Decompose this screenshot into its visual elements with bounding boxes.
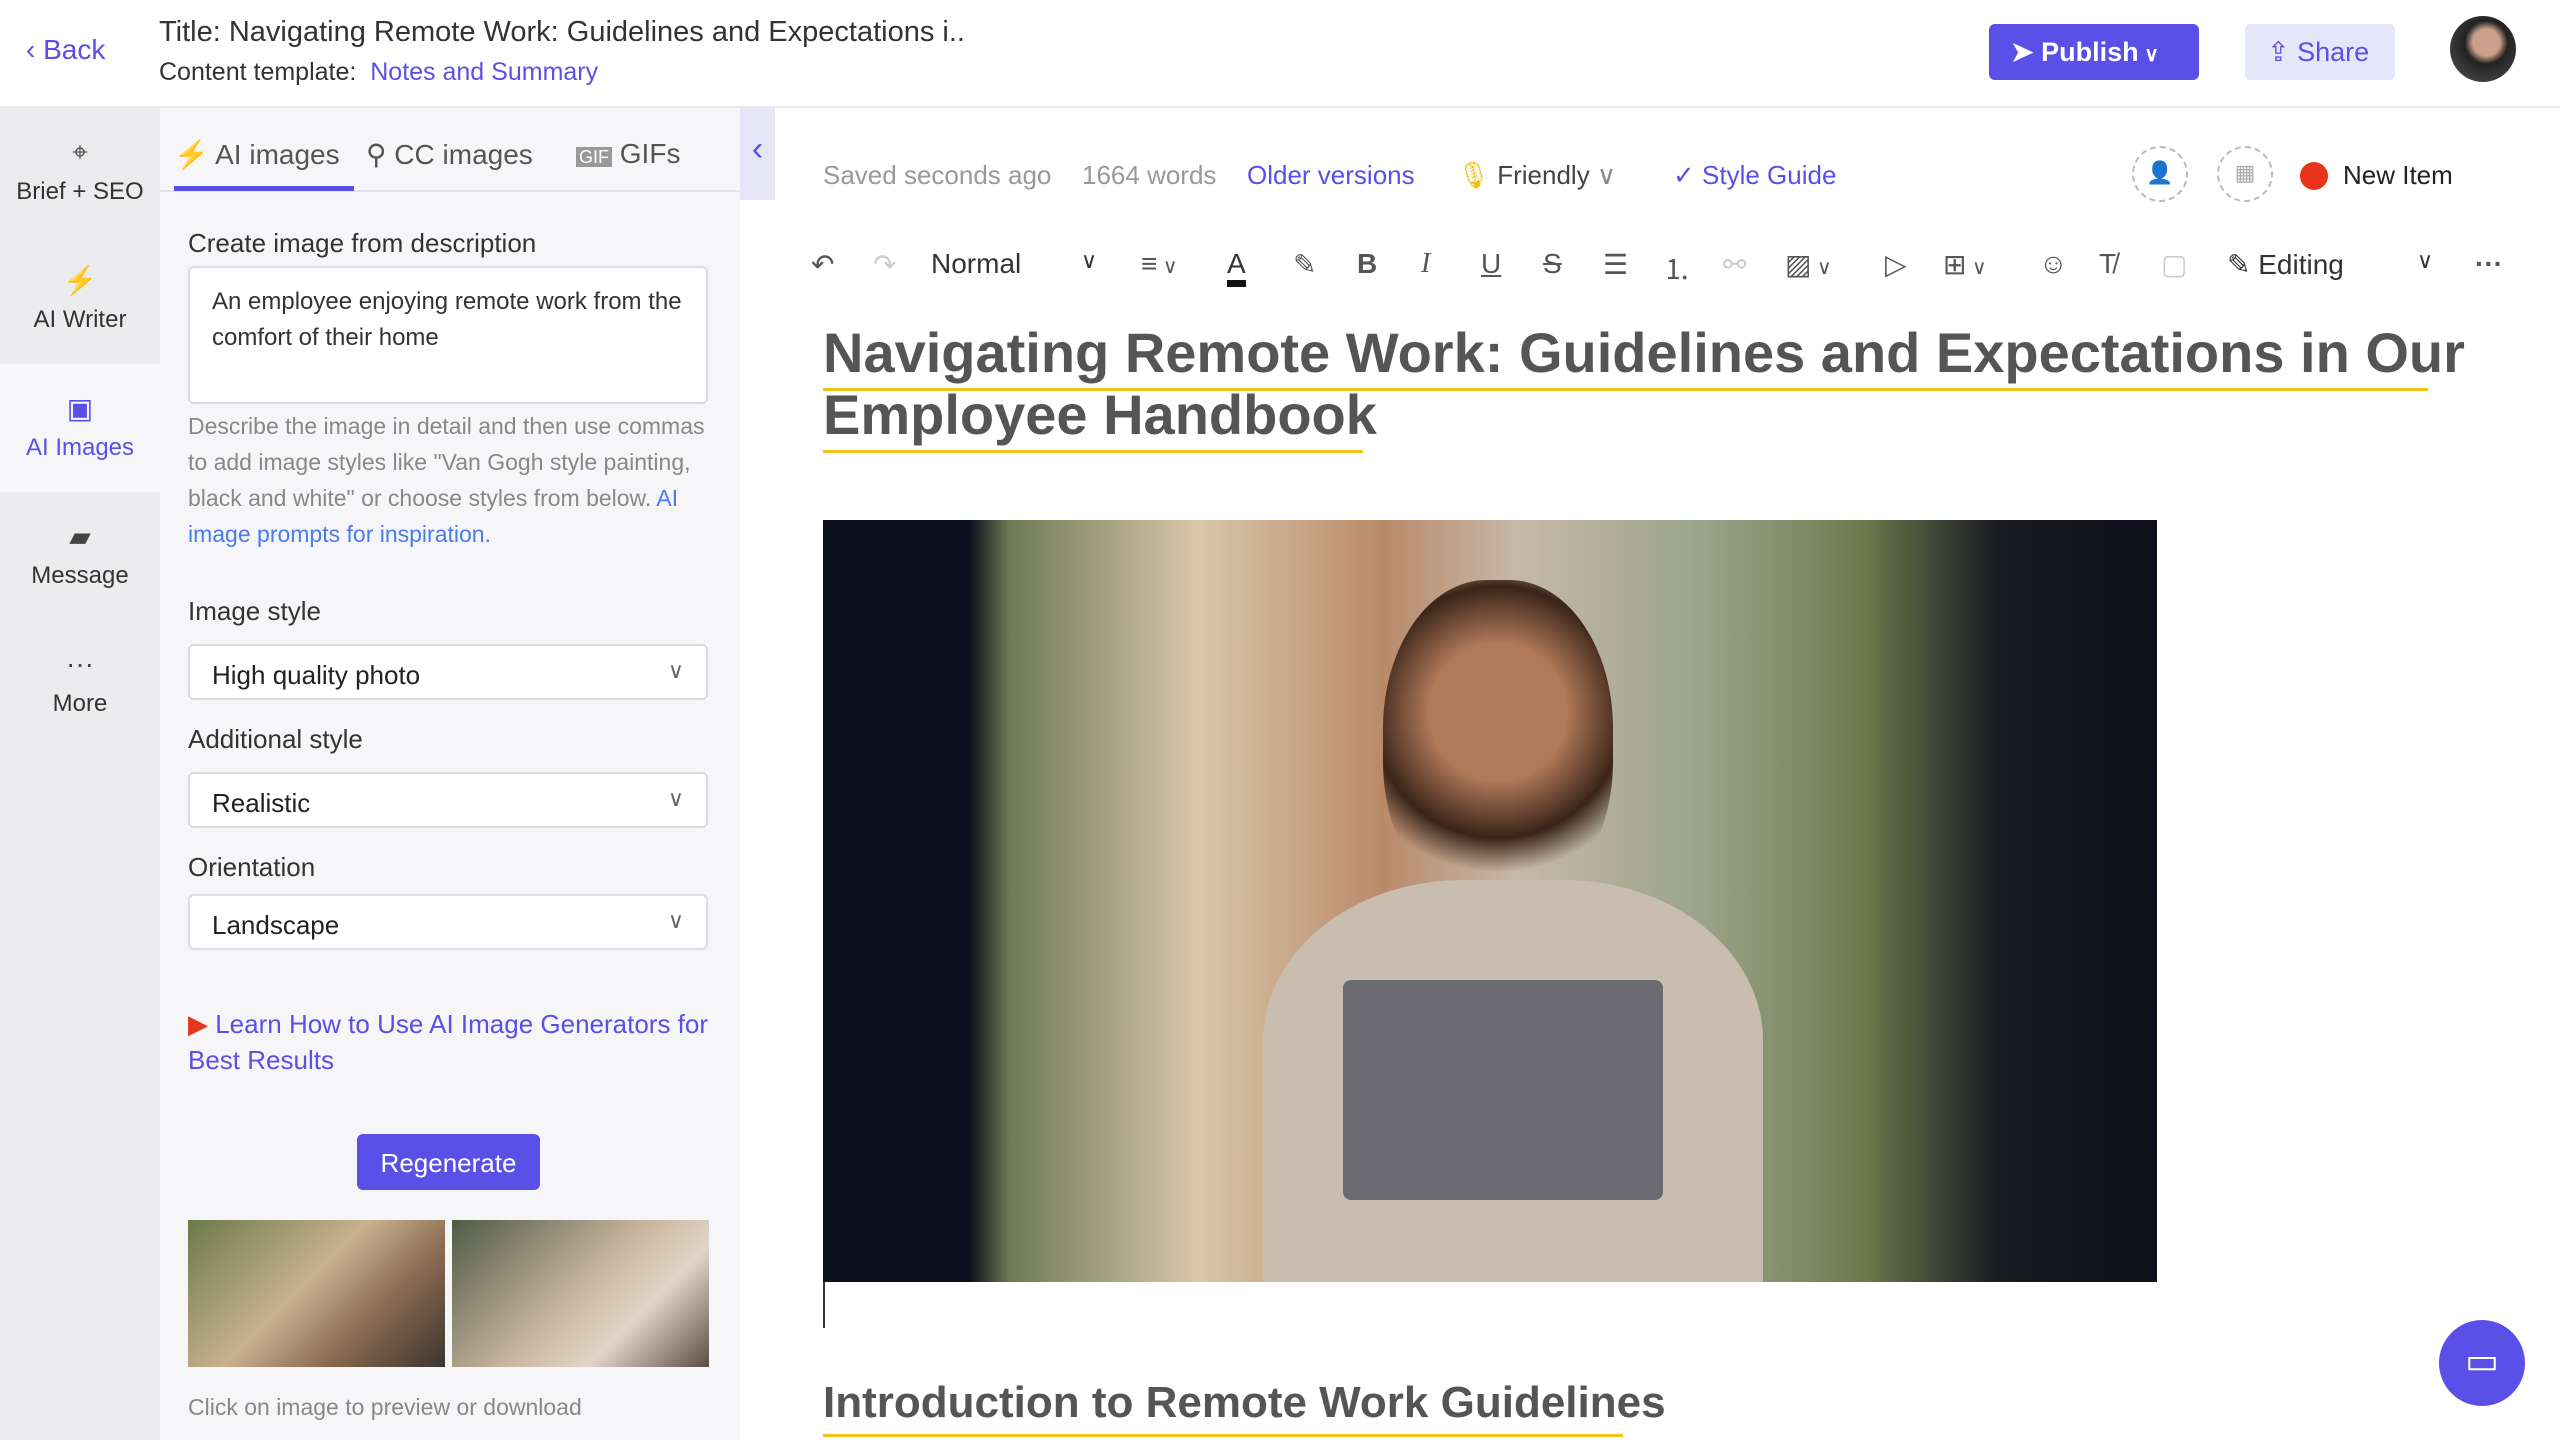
older-versions-link[interactable]: Older versions — [1247, 160, 1415, 191]
chat-icon: ▭ — [2464, 1340, 2499, 1381]
message-icon: ▰ — [69, 521, 91, 552]
chevron-down-icon: ∨ — [667, 658, 684, 683]
ai-images-panel: ⚡ AI images ⚲ CC images GIF GIFs Create … — [160, 108, 740, 1440]
chevron-down-icon: ∨ — [1081, 248, 1098, 273]
bullet-list-icon[interactable]: ☰ — [1603, 248, 1628, 281]
orientation-label: Orientation — [188, 852, 316, 882]
word-count: 1664 words — [1082, 160, 1217, 190]
image-icon: ▣ — [66, 393, 94, 424]
check-circle-icon: ✓ — [1673, 160, 1703, 190]
orientation-select[interactable]: Landscape ∨ — [188, 894, 708, 950]
new-item-status[interactable]: New Item — [2343, 160, 2453, 191]
numbered-list-icon[interactable]: ⒈ — [1663, 248, 1691, 288]
tab-gifs[interactable]: GIF GIFs — [576, 138, 680, 188]
document-heading-line-1: Navigating Remote Work: Guidelines and E… — [823, 321, 2465, 384]
chevron-down-icon: ∨ — [2138, 44, 2159, 66]
help-text: Describe the image in detail and then us… — [188, 413, 705, 547]
bold-icon[interactable]: B — [1357, 248, 1377, 280]
send-icon: ➤ — [2011, 37, 2042, 67]
document-heading-line-2: Employee Handbook — [823, 383, 1377, 446]
chevron-down-icon: ∨ — [667, 908, 684, 933]
video-icon[interactable]: ▷ — [1885, 248, 1907, 281]
rail-item-more[interactable]: ··· More — [0, 620, 160, 748]
comment-icon[interactable]: ▢ — [2161, 248, 2187, 281]
bolt-icon: ⚡ — [174, 139, 216, 170]
top-header: ‹ Back Title: Navigating Remote Work: Gu… — [0, 0, 2560, 108]
tab-ai-images[interactable]: ⚡ AI images — [174, 138, 354, 191]
template-link[interactable]: Notes and Summary — [370, 58, 598, 86]
chevron-down-icon: ∨ — [667, 786, 684, 811]
microphone-icon: 🎙 — [1457, 160, 1498, 190]
image-style-label: Image style — [188, 596, 321, 626]
learn-link[interactable]: ▶ Learn How to Use AI Image Generators f… — [188, 1006, 713, 1078]
create-label: Create image from description — [188, 228, 537, 258]
undo-icon[interactable]: ↶ — [811, 248, 834, 281]
italic-icon[interactable]: I — [1421, 248, 1430, 280]
text-color-icon[interactable]: A — [1227, 248, 1246, 287]
more-options-icon[interactable]: ··· — [2475, 248, 2503, 280]
thumbnail-hint: Click on image to preview or download — [188, 1394, 582, 1420]
style-guide-button[interactable]: ✓ Style Guide — [1673, 160, 1836, 191]
thumbnail-1[interactable] — [188, 1220, 445, 1367]
search-icon: ⚲ — [366, 139, 395, 170]
content-template: Content template: Notes and Summary — [159, 58, 599, 86]
left-rail: ⌖ Brief + SEO ⚡ AI Writer ▣ AI Images ▰ Mess… — [0, 108, 160, 1440]
pencil-icon: ✎ — [2227, 249, 2259, 280]
crosshair-icon: ⌖ — [72, 136, 88, 167]
redo-icon[interactable]: ↷ — [873, 248, 896, 281]
calendar-icon[interactable]: ▦ — [2217, 146, 2273, 202]
additional-style-label: Additional style — [188, 724, 363, 754]
rail-item-ai-images[interactable]: ▣ AI Images — [0, 364, 160, 492]
chevron-left-icon: ‹ — [751, 130, 764, 168]
tab-cc-images[interactable]: ⚲ CC images — [366, 138, 533, 188]
text-cursor — [823, 1282, 825, 1328]
thumbnail-2[interactable] — [452, 1220, 709, 1367]
document-title: Title: Navigating Remote Work: Guideline… — [159, 16, 965, 48]
rail-item-message[interactable]: ▰ Message — [0, 492, 160, 620]
youtube-icon: ▶ — [188, 1009, 216, 1039]
chevron-down-icon: ∨ — [1589, 160, 1616, 190]
align-icon[interactable]: ≡ ∨ — [1141, 248, 1178, 280]
format-select[interactable]: Normal ∨ — [931, 248, 1111, 280]
tone-select[interactable]: 🎙 Friendly ∨ — [1457, 160, 1616, 191]
generated-image[interactable] — [823, 520, 2157, 1282]
chevron-down-icon: ∨ — [2417, 248, 2434, 273]
editor: Saved seconds ago 1664 words Older versi… — [775, 108, 2560, 1440]
user-avatar[interactable] — [2450, 16, 2516, 82]
description-textarea[interactable]: An employee enjoying remote work from th… — [188, 266, 708, 404]
share-button[interactable]: ⇪ Share — [2245, 24, 2395, 80]
table-icon[interactable]: ⊞ ∨ — [1943, 248, 1987, 281]
saved-status: Saved seconds ago — [823, 160, 1052, 190]
chat-support-button[interactable]: ▭ — [2439, 1320, 2525, 1406]
collapse-panel-button[interactable]: ‹ — [740, 108, 775, 200]
strikethrough-icon[interactable]: S — [1543, 248, 1562, 280]
publish-button[interactable]: ➤ Publish ∨ — [1989, 24, 2199, 80]
status-dot — [2300, 162, 2328, 190]
regenerate-button[interactable]: Regenerate — [357, 1134, 540, 1190]
add-collaborator-icon[interactable]: 👤 — [2132, 146, 2188, 202]
more-icon: ··· — [66, 648, 94, 679]
insert-image-icon[interactable]: ▨ ∨ — [1785, 248, 1832, 281]
upload-icon: ⇪ — [2267, 37, 2298, 67]
gif-icon: GIF — [576, 147, 612, 167]
chevron-left-icon: ‹ — [26, 34, 44, 65]
link-icon[interactable]: ⚯ — [1723, 248, 1746, 281]
section-heading: Introduction to Remote Work Guidelines — [823, 1378, 1666, 1427]
rail-item-ai-writer[interactable]: ⚡ AI Writer — [0, 236, 160, 364]
clear-format-icon[interactable]: T̸ — [2099, 248, 2116, 280]
back-button[interactable]: ‹ Back — [26, 34, 105, 66]
mode-select[interactable]: ✎ Editing ∨ — [2227, 248, 2487, 281]
underline-icon[interactable]: U — [1481, 248, 1501, 280]
highlight-icon[interactable]: ✎ — [1293, 248, 1316, 281]
additional-style-select[interactable]: Realistic ∨ — [188, 772, 708, 828]
emoji-icon[interactable]: ☺ — [2039, 248, 2068, 280]
bolt-icon: ⚡ — [62, 265, 98, 296]
image-style-select[interactable]: High quality photo ∨ — [188, 644, 708, 700]
rail-item-brief-seo[interactable]: ⌖ Brief + SEO — [0, 108, 160, 236]
